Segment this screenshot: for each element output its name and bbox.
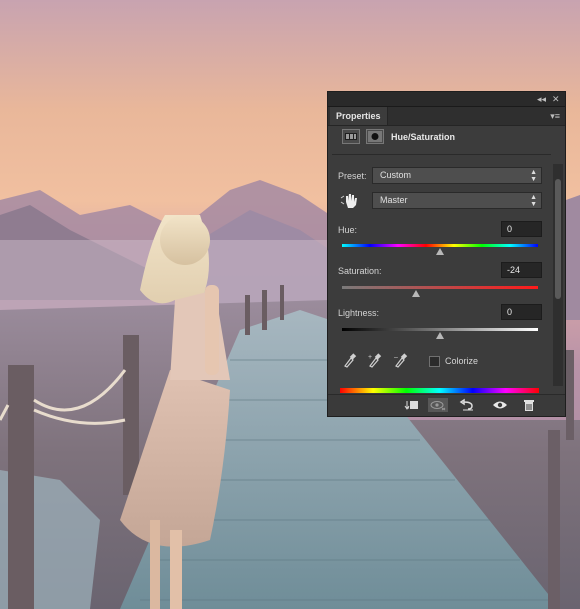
hue-slider-thumb[interactable] <box>436 248 444 255</box>
preset-value: Custom <box>380 170 412 180</box>
lightness-slider-thumb[interactable] <box>436 332 444 339</box>
properties-panel: ◂◂ ✕ Properties ▾≡ Hue/Saturation Preset… <box>327 91 566 417</box>
collapse-icon[interactable]: ◂◂ <box>537 93 546 105</box>
hue-label: Hue: <box>338 225 358 235</box>
reset-icon[interactable] <box>458 398 478 412</box>
panel-title-bar[interactable]: ◂◂ ✕ <box>328 92 565 107</box>
visibility-eye-icon[interactable] <box>490 398 510 412</box>
saturation-slider-track[interactable] <box>342 286 538 289</box>
dropdown-arrows-icon: ▲ ▼ <box>530 194 537 208</box>
tab-properties[interactable]: Properties <box>330 107 388 125</box>
saturation-label: Saturation: <box>338 266 382 276</box>
hue-input[interactable]: 0 <box>501 221 542 237</box>
panel-scrollbar[interactable] <box>553 164 563 386</box>
targeted-adjustment-hand-icon[interactable] <box>340 191 358 210</box>
close-icon[interactable]: ✕ <box>552 93 560 105</box>
svg-text:+: + <box>368 354 372 361</box>
lightness-label: Lightness: <box>338 308 380 318</box>
colorize-label: Colorize <box>445 356 479 366</box>
channel-dropdown[interactable]: Master ▲ ▼ <box>372 192 542 209</box>
color-spectrum-bar <box>340 388 539 393</box>
saturation-slider-thumb[interactable] <box>412 290 421 297</box>
trash-icon[interactable] <box>519 398 539 412</box>
svg-text:–: – <box>394 354 398 361</box>
eyedropper-minus-icon[interactable]: – <box>394 352 408 368</box>
eyedropper-plus-icon[interactable]: + <box>368 352 382 368</box>
preset-label: Preset: <box>338 171 367 181</box>
preset-dropdown[interactable]: Custom ▲ ▼ <box>372 167 542 184</box>
clip-to-layer-icon[interactable] <box>401 398 421 412</box>
scrollbar-thumb[interactable] <box>555 179 561 299</box>
panel-footer <box>328 394 565 416</box>
saturation-input[interactable]: -24 <box>501 262 542 278</box>
layer-mask-icon[interactable] <box>366 129 384 144</box>
panel-menu-icon[interactable]: ▾≡ <box>550 109 560 123</box>
view-previous-state-icon[interactable] <box>428 398 448 412</box>
hue-slider-track[interactable] <box>342 244 538 247</box>
colorize-checkbox[interactable] <box>429 356 440 367</box>
dropdown-arrows-icon: ▲ ▼ <box>530 169 537 183</box>
eyedropper-icon[interactable] <box>343 352 357 368</box>
lightness-input[interactable]: 0 <box>501 304 542 320</box>
lightness-slider-track[interactable] <box>342 328 538 331</box>
hue-saturation-adjustment-icon[interactable] <box>342 129 360 144</box>
channel-value: Master <box>380 195 408 205</box>
adjustment-title: Hue/Saturation <box>391 132 456 142</box>
